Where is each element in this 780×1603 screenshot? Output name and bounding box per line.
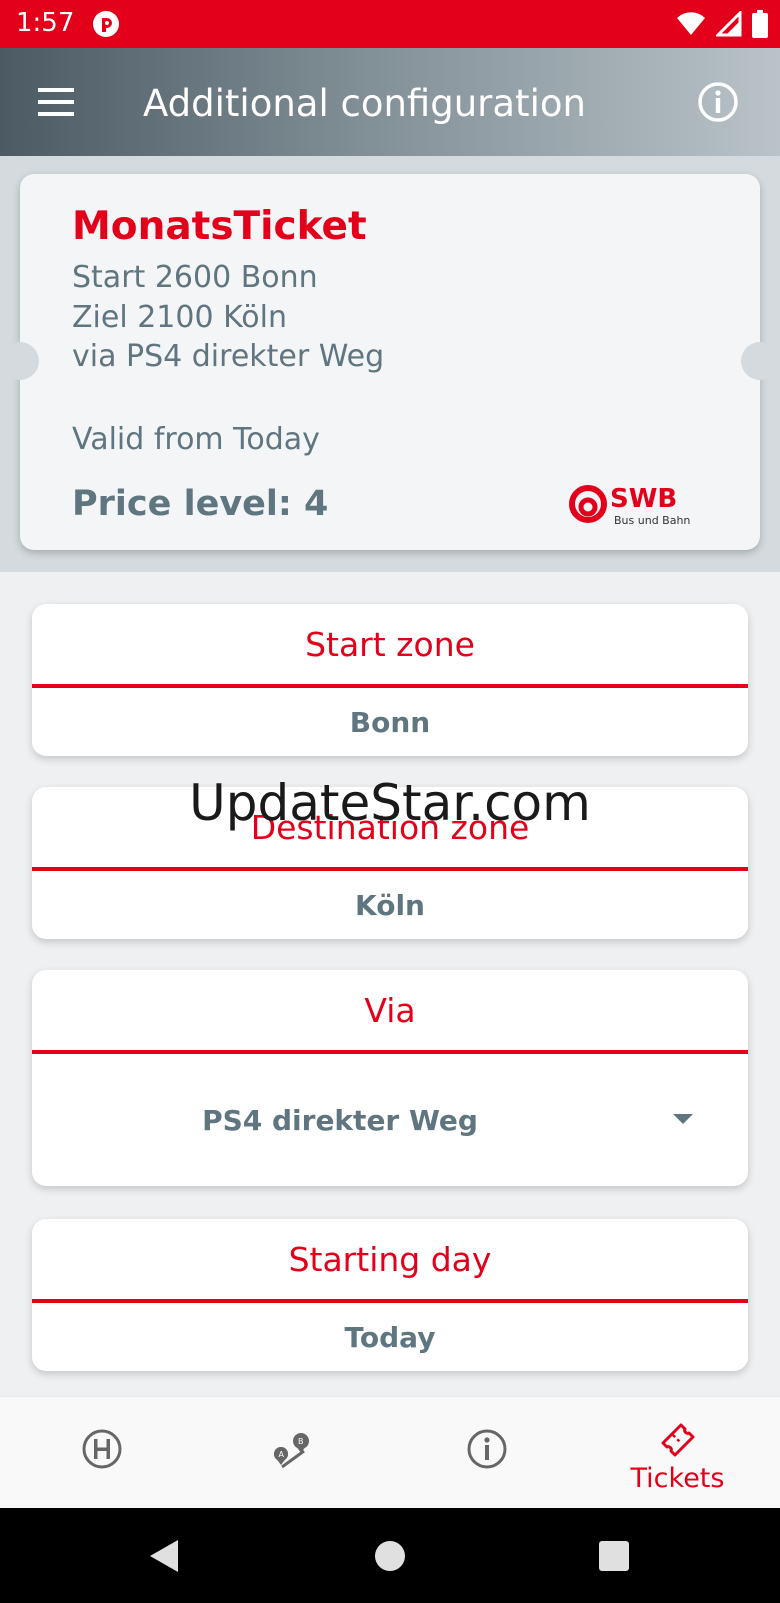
via-dropdown[interactable]: PS4 direkter Weg: [32, 1054, 748, 1186]
station-h-icon: [82, 1429, 122, 1469]
swb-logo-text: SWB: [610, 484, 677, 514]
system-icons: [676, 10, 768, 38]
ticket-via: via PS4 direkter Weg: [72, 339, 385, 374]
start-zone-label: Start zone: [32, 604, 748, 688]
ticket-valid-from: Valid from Today: [72, 422, 320, 457]
swb-logo: SWB Bus und Bahn: [569, 484, 690, 527]
nav-item-info[interactable]: [390, 1397, 585, 1509]
status-bar: 1:57: [0, 0, 780, 48]
ticket-price-level: Price level: 4: [72, 484, 329, 524]
hamburger-menu-icon[interactable]: [30, 82, 82, 122]
bottom-navigation: A B Tickets: [0, 1396, 780, 1509]
ticket-start: Start 2600 Bonn: [72, 260, 318, 295]
via-selected-value: PS4 direkter Weg: [202, 1104, 478, 1137]
via-card[interactable]: Via PS4 direkter Weg: [32, 970, 748, 1186]
back-icon[interactable]: [146, 1538, 182, 1574]
start-zone-card[interactable]: Start zone Bonn: [32, 604, 748, 756]
ticket-notch-right: [741, 342, 779, 380]
home-icon[interactable]: [372, 1538, 408, 1574]
watermark-text: UpdateStar.com: [189, 774, 591, 832]
svg-text:B: B: [298, 1437, 304, 1446]
destination-zone-value[interactable]: Köln: [32, 871, 748, 939]
route-ab-icon: A B: [274, 1433, 309, 1469]
ticket-name: MonatsTicket: [72, 204, 367, 249]
ticket-summary-area: MonatsTicket Start 2600 Bonn Ziel 2100 K…: [0, 156, 780, 572]
starting-day-value[interactable]: Today: [32, 1303, 748, 1371]
nav-item-stations[interactable]: [5, 1397, 200, 1509]
nav-item-route[interactable]: A B: [195, 1397, 390, 1509]
page-title: Additional configuration: [143, 82, 586, 125]
ticket-icon: [661, 1423, 695, 1457]
starting-day-label: Starting day: [32, 1219, 748, 1303]
svg-text:A: A: [279, 1450, 285, 1459]
app-notification-icon: [93, 11, 119, 37]
nav-label-tickets: Tickets: [630, 1463, 725, 1494]
status-time: 1:57: [16, 8, 75, 38]
start-zone-value[interactable]: Bonn: [32, 688, 748, 756]
wifi-icon: [677, 12, 705, 36]
system-navigation-bar: [0, 1508, 780, 1603]
ticket-card: MonatsTicket Start 2600 Bonn Ziel 2100 K…: [1, 174, 779, 550]
nav-item-tickets[interactable]: Tickets: [580, 1397, 775, 1509]
swb-logo-subtext: Bus und Bahn: [614, 514, 690, 527]
via-label: Via: [32, 970, 748, 1054]
signal-icon: [716, 11, 742, 37]
starting-day-card[interactable]: Starting day Today: [32, 1219, 748, 1371]
info-icon[interactable]: [696, 80, 740, 124]
ticket-destination: Ziel 2100 Köln: [72, 300, 287, 335]
info-icon: [467, 1429, 507, 1469]
ticket-notch-left: [1, 342, 39, 380]
battery-icon: [752, 10, 768, 38]
recents-icon[interactable]: [596, 1538, 632, 1574]
app-bar: Additional configuration: [0, 48, 780, 156]
dropdown-arrow-icon[interactable]: [672, 1112, 694, 1126]
